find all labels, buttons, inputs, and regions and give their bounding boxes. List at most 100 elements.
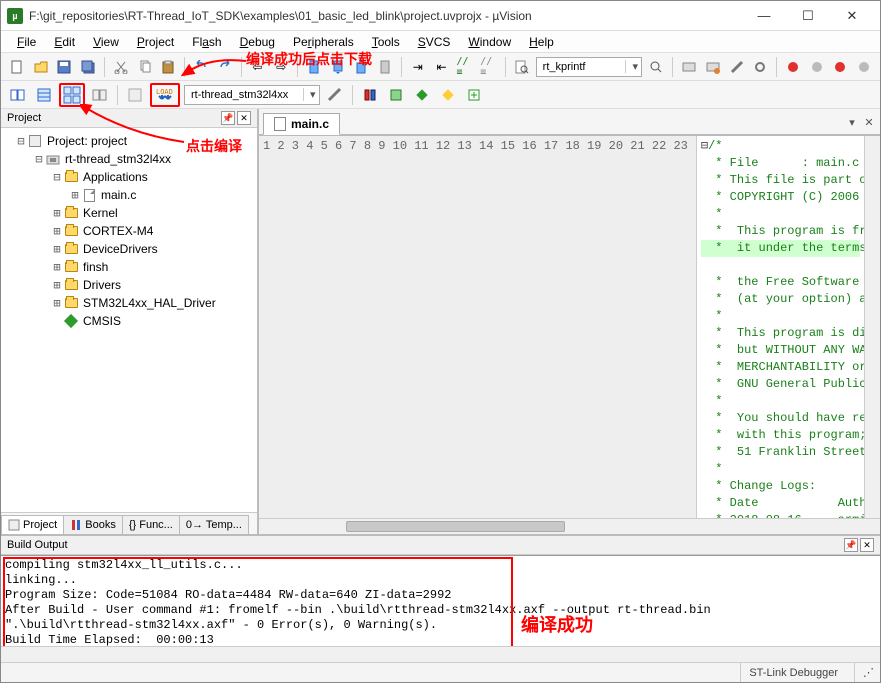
panel-pin-icon[interactable]: 📌 bbox=[221, 111, 235, 125]
tab-close-icon[interactable]: ✕ bbox=[862, 117, 876, 131]
gear-wrench-icon[interactable] bbox=[727, 56, 747, 78]
pack-icon[interactable] bbox=[411, 84, 433, 106]
menu-window[interactable]: Window bbox=[460, 33, 519, 51]
tree-target[interactable]: ⊟ rt-thread_stm32l4xx bbox=[3, 150, 255, 168]
menu-file[interactable]: File bbox=[9, 33, 44, 51]
tab-functions[interactable]: {} Func... bbox=[122, 515, 180, 534]
menu-peripherals[interactable]: Peripherals bbox=[285, 33, 362, 51]
menu-tools[interactable]: Tools bbox=[364, 33, 408, 51]
tab-project[interactable]: Project bbox=[1, 515, 64, 534]
save-all-icon[interactable] bbox=[78, 56, 98, 78]
manage-books-icon[interactable] bbox=[359, 84, 381, 106]
tree-group-finsh[interactable]: ⊞ finsh bbox=[3, 258, 255, 276]
build-output-panel: Build Output 📌 ✕ compiling stm32l4xx_ll_… bbox=[1, 534, 880, 662]
red-dot2-icon[interactable] bbox=[831, 56, 851, 78]
panel-pin-icon[interactable]: 📌 bbox=[844, 538, 858, 552]
comment-icon[interactable]: //≡ bbox=[455, 56, 475, 78]
window-title: F:\git_repositories\RT-Thread_IoT_SDK\ex… bbox=[29, 9, 742, 23]
bookmark-icon[interactable] bbox=[304, 56, 324, 78]
menu-project[interactable]: Project bbox=[129, 33, 182, 51]
titlebar: µ F:\git_repositories\RT-Thread_IoT_SDK\… bbox=[1, 1, 880, 31]
stop-build-icon[interactable] bbox=[124, 84, 146, 106]
bookmark-prev-icon[interactable] bbox=[328, 56, 348, 78]
gear-icon[interactable] bbox=[750, 56, 770, 78]
status-resize-grip[interactable]: ⋰ bbox=[854, 663, 874, 682]
toolbar-row-1: ⇦ ⇨ ⇥ ⇤ //≡ //≡ rt_kprintf ▾ 编译成功后点击下载 bbox=[1, 53, 880, 81]
copy-icon[interactable] bbox=[135, 56, 155, 78]
tree-group-kernel[interactable]: ⊞ Kernel bbox=[3, 204, 255, 222]
target-text: rt-thread_stm32l4xx bbox=[185, 89, 292, 101]
debug-settings-icon[interactable] bbox=[703, 56, 723, 78]
nav-back-icon[interactable]: ⇦ bbox=[248, 56, 268, 78]
gray-dot2-icon[interactable] bbox=[854, 56, 874, 78]
paste-icon[interactable] bbox=[158, 56, 178, 78]
tab-dropdown-icon[interactable]: ▾ bbox=[845, 117, 859, 131]
open-icon[interactable] bbox=[31, 56, 51, 78]
build-output-body[interactable]: compiling stm32l4xx_ll_utils.c... linkin… bbox=[1, 555, 880, 646]
tab-templates[interactable]: 0→ Temp... bbox=[179, 515, 249, 534]
build-target-icon[interactable] bbox=[33, 84, 55, 106]
svg-text:LOAD: LOAD bbox=[156, 88, 173, 96]
status-debugger: ST-Link Debugger bbox=[740, 663, 846, 682]
tree-group-hal[interactable]: ⊞ STM32L4xx_HAL_Driver bbox=[3, 294, 255, 312]
code-editor[interactable]: 1 2 3 4 5 6 7 8 9 10 11 12 13 14 15 16 1… bbox=[259, 135, 880, 518]
statusbar: ST-Link Debugger ⋰ bbox=[1, 662, 880, 682]
cut-icon[interactable] bbox=[111, 56, 131, 78]
download-icon[interactable]: LOAD bbox=[150, 83, 180, 107]
menubar: File Edit View Project Flash Debug Perip… bbox=[1, 31, 880, 53]
tree-file-main-c[interactable]: ⊞ main.c bbox=[3, 186, 255, 204]
find-in-files-icon[interactable] bbox=[512, 56, 532, 78]
build-hscrollbar[interactable] bbox=[1, 646, 880, 662]
toolbar-row-2: LOAD rt-thread_stm32l4xx ▾ bbox=[1, 81, 880, 109]
tree-group-devicedrivers[interactable]: ⊞ DeviceDrivers bbox=[3, 240, 255, 258]
event-icon[interactable] bbox=[463, 84, 485, 106]
indent-icon[interactable]: ⇥ bbox=[408, 56, 428, 78]
minimize-button[interactable]: — bbox=[742, 1, 786, 31]
translate-icon[interactable] bbox=[7, 84, 29, 106]
nav-fwd-icon[interactable]: ⇨ bbox=[271, 56, 291, 78]
target-combo[interactable]: rt-thread_stm32l4xx ▾ bbox=[184, 85, 320, 105]
debug-config-icon[interactable] bbox=[679, 56, 699, 78]
save-icon[interactable] bbox=[55, 56, 75, 78]
file-ext-icon[interactable] bbox=[385, 84, 407, 106]
undo-icon[interactable] bbox=[191, 56, 211, 78]
redo-icon[interactable] bbox=[215, 56, 235, 78]
code-content[interactable]: ⊟/* * File : main.c * This file is part … bbox=[697, 136, 864, 518]
rte-icon[interactable] bbox=[437, 84, 459, 106]
batch-build-icon[interactable] bbox=[89, 84, 111, 106]
menu-flash[interactable]: Flash bbox=[184, 33, 229, 51]
tree-group-applications[interactable]: ⊟ Applications bbox=[3, 168, 255, 186]
panel-close-icon[interactable]: ✕ bbox=[860, 538, 874, 552]
tree-group-drivers[interactable]: ⊞ Drivers bbox=[3, 276, 255, 294]
panel-close-icon[interactable]: ✕ bbox=[237, 111, 251, 125]
hscrollbar[interactable] bbox=[259, 518, 880, 534]
project-tree[interactable]: ⊟ Project: project ⊟ rt-thread_stm32l4xx… bbox=[1, 128, 257, 512]
tree-root[interactable]: ⊟ Project: project bbox=[3, 132, 255, 150]
options-icon[interactable] bbox=[324, 84, 346, 106]
menu-edit[interactable]: Edit bbox=[46, 33, 83, 51]
close-button[interactable]: ✕ bbox=[830, 1, 874, 31]
menu-help[interactable]: Help bbox=[521, 33, 562, 51]
bookmark-next-icon[interactable] bbox=[352, 56, 372, 78]
bookmark-clear-icon[interactable] bbox=[375, 56, 395, 78]
menu-debug[interactable]: Debug bbox=[232, 33, 283, 51]
vscrollbar[interactable] bbox=[864, 136, 880, 518]
file-tab-main[interactable]: main.c bbox=[263, 113, 340, 135]
line-gutter: 1 2 3 4 5 6 7 8 9 10 11 12 13 14 15 16 1… bbox=[259, 136, 697, 518]
tree-group-cmsis[interactable]: CMSIS bbox=[3, 312, 255, 330]
dropdown-arrow-icon[interactable]: ▾ bbox=[625, 60, 641, 73]
menu-svcs[interactable]: SVCS bbox=[410, 33, 459, 51]
gray-dot-icon[interactable] bbox=[807, 56, 827, 78]
find-combo[interactable]: rt_kprintf ▾ bbox=[536, 57, 643, 77]
tab-books[interactable]: Books bbox=[63, 515, 123, 534]
tree-group-cortex[interactable]: ⊞ CORTEX-M4 bbox=[3, 222, 255, 240]
dropdown-arrow-icon[interactable]: ▾ bbox=[303, 88, 319, 101]
rebuild-icon[interactable] bbox=[59, 83, 85, 107]
new-file-icon[interactable] bbox=[7, 56, 27, 78]
menu-view[interactable]: View bbox=[85, 33, 127, 51]
uncomment-icon[interactable]: //≡ bbox=[479, 56, 499, 78]
maximize-button[interactable]: ☐ bbox=[786, 1, 830, 31]
outdent-icon[interactable]: ⇤ bbox=[432, 56, 452, 78]
find-icon[interactable] bbox=[646, 56, 666, 78]
red-dot-icon[interactable] bbox=[783, 56, 803, 78]
